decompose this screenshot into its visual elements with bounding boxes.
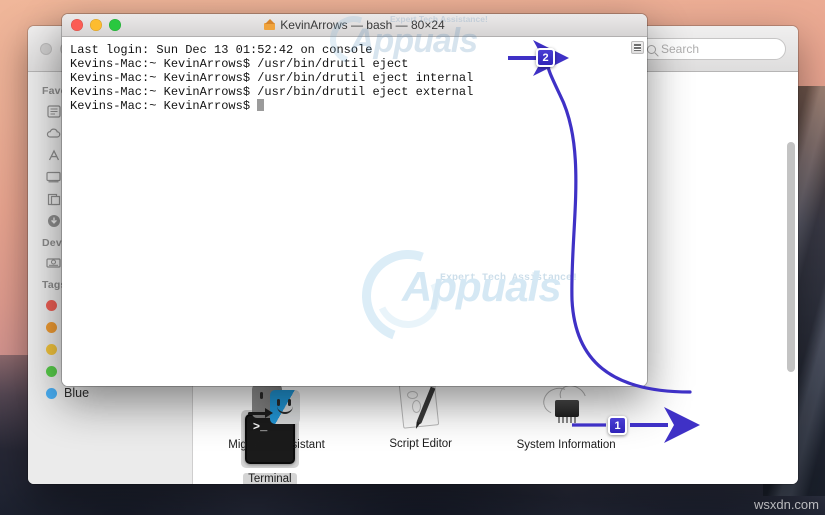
annotation-badge-2: 2	[536, 48, 555, 67]
tag-dot-icon	[46, 343, 57, 355]
terminal-title-text: KevinArrows — bash — 80×24	[280, 18, 445, 32]
terminal-close-button[interactable]	[71, 19, 83, 31]
app-label: System Information	[516, 439, 616, 451]
terminal-zoom-button[interactable]	[109, 19, 121, 31]
appuals-watermark: Expert Tech Assistance! Appuals	[346, 234, 602, 358]
terminal-scroll-widget[interactable]	[631, 41, 644, 54]
sidebar-item-label: Blue	[64, 386, 90, 400]
app-label: Migration Assistant	[228, 439, 325, 451]
tag-dot-icon	[46, 299, 57, 311]
migration-assistant-icon	[247, 382, 306, 434]
terminal-prompt: Kevins-Mac:~ KevinArrows$	[70, 99, 258, 113]
documents-icon	[46, 104, 61, 118]
home-folder-icon	[264, 19, 276, 30]
watermark-brand: Appuals	[402, 263, 562, 310]
desktop-icon	[46, 170, 61, 184]
tag-dot-icon	[46, 365, 57, 377]
search-icon	[647, 44, 656, 54]
watermark-tagline: Expert Tech Assistance!	[440, 273, 579, 284]
documents-folder-icon	[46, 192, 61, 206]
content-scrollbar[interactable]	[787, 142, 795, 372]
annotation-badge-1: 1	[608, 416, 627, 435]
terminal-titlebar[interactable]: KevinArrows — bash — 80×24	[62, 14, 647, 37]
terminal-minimize-button[interactable]	[90, 19, 102, 31]
app-label: Script Editor	[389, 438, 453, 450]
terminal-traffic-lights[interactable]	[71, 19, 121, 31]
terminal-cursor	[257, 99, 265, 111]
tag-dot-icon	[46, 321, 57, 333]
terminal-prompt-line: Kevins-Mac:~ KevinArrows$	[70, 99, 639, 113]
screen-root: ‹ › Search Favorites All My Files	[0, 0, 825, 515]
search-input[interactable]: Search	[638, 38, 786, 60]
downloads-icon	[46, 214, 61, 228]
terminal-title: KevinArrows — bash — 80×24	[62, 18, 647, 32]
system-information-icon	[537, 380, 595, 434]
terminal-output[interactable]: Last login: Sun Dec 13 01:52:42 on conso…	[62, 37, 647, 386]
cloud-icon	[46, 126, 61, 140]
script-editor-icon	[394, 381, 448, 433]
app-label: Terminal	[243, 473, 297, 484]
disc-icon	[46, 256, 61, 270]
search-placeholder: Search	[661, 42, 700, 56]
finder-close-button[interactable]	[40, 42, 52, 55]
applications-icon	[46, 148, 61, 162]
tag-dot-icon	[46, 387, 57, 399]
terminal-line: Kevins-Mac:~ KevinArrows$ /usr/bin/druti…	[70, 71, 474, 85]
terminal-line: Kevins-Mac:~ KevinArrows$ /usr/bin/druti…	[70, 85, 474, 99]
terminal-window[interactable]: KevinArrows — bash — 80×24 Last login: S…	[62, 14, 647, 386]
